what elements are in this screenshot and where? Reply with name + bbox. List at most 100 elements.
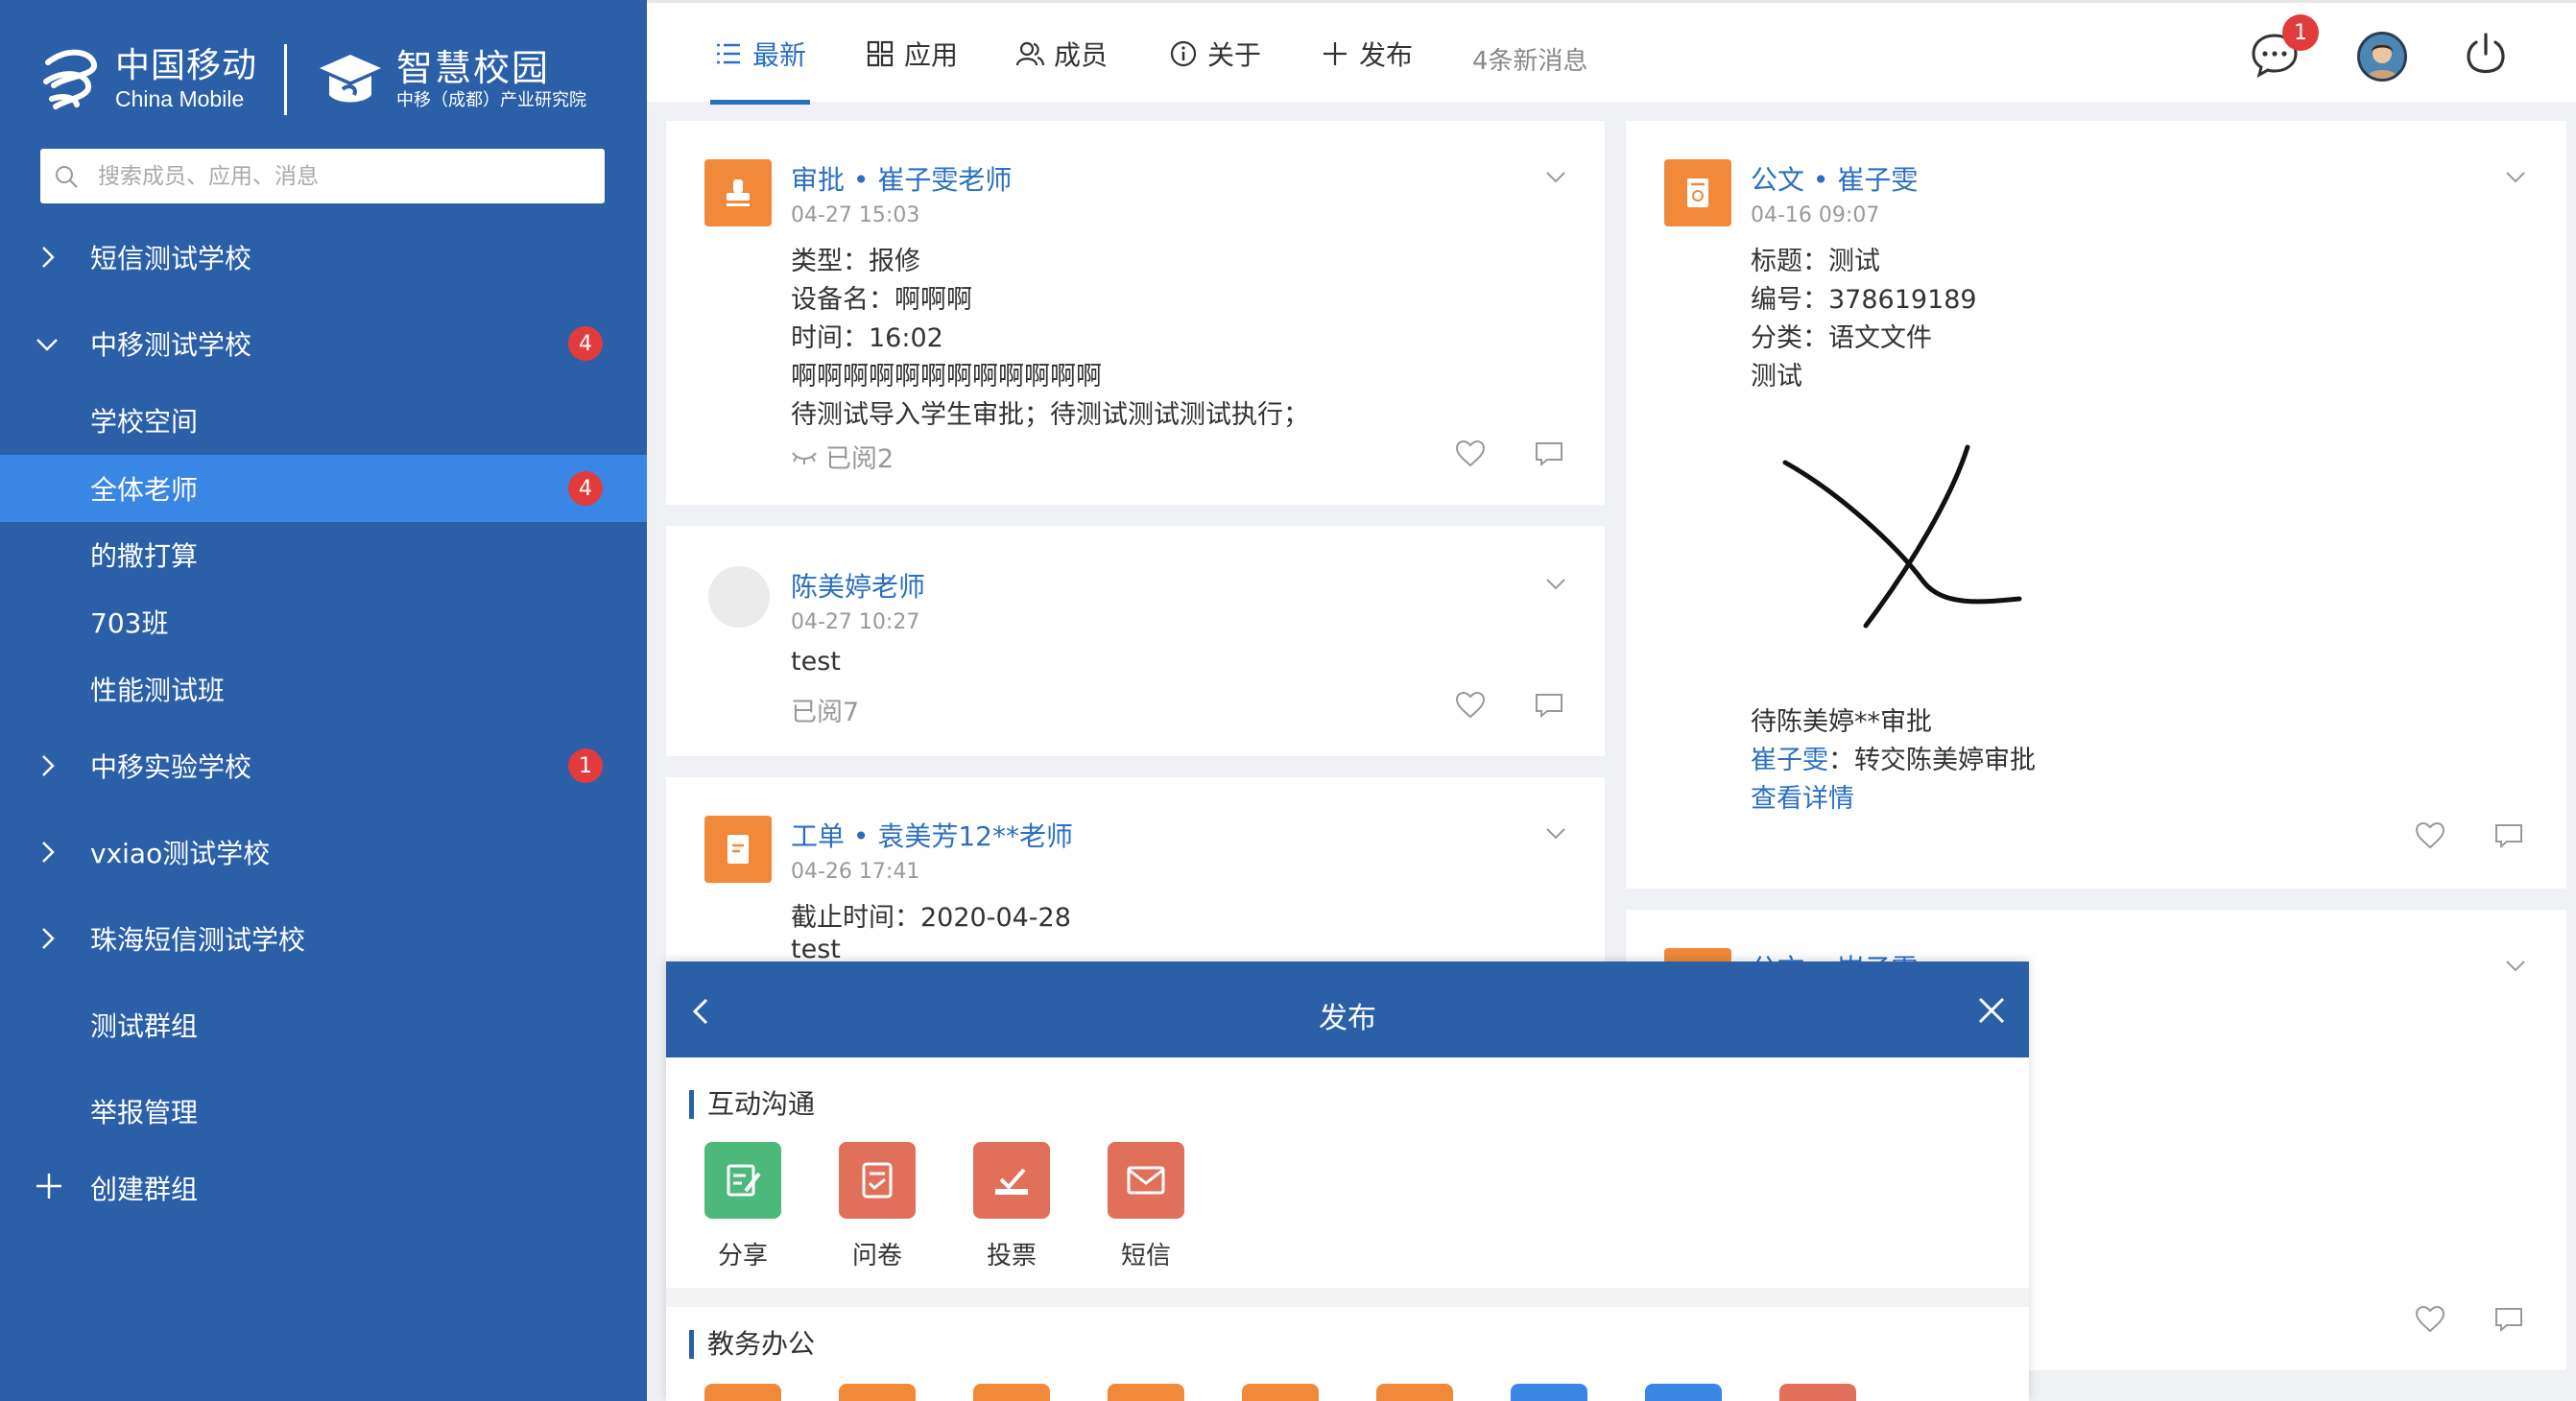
- chevron-down-icon[interactable]: [1545, 171, 1566, 184]
- like-icon[interactable]: [2415, 821, 2445, 850]
- chevron-down-icon[interactable]: [1545, 578, 1566, 591]
- publish-section-office: 教务办公: [666, 1307, 2029, 1401]
- office-app-icon[interactable]: [1779, 1384, 1856, 1401]
- sidebar-item-sms-test-school[interactable]: 短信测试学校: [0, 224, 647, 291]
- approval-icon: [704, 159, 772, 226]
- chevron-down-icon[interactable]: [2505, 960, 2526, 973]
- feed-card-document[interactable]: 公文 • 崔子雯 04-16 09:07 标题：测试 编号：378619189 …: [1626, 121, 2566, 889]
- office-app-icon[interactable]: [973, 1384, 1050, 1401]
- comment-icon[interactable]: [2493, 1305, 2524, 1334]
- transfer-note: 崔子雯：转交陈美婷审批: [1751, 739, 2036, 776]
- like-icon[interactable]: [1455, 439, 1486, 468]
- plus-icon: [1324, 42, 1347, 65]
- card-line: 设备名：啊啊啊: [791, 285, 972, 315]
- publish-item-label: 分享: [717, 1242, 768, 1270]
- eye-closed-icon: [792, 451, 817, 464]
- comment-icon[interactable]: [1534, 439, 1564, 468]
- work-order-icon: [704, 816, 772, 883]
- tab-members[interactable]: 成员: [1015, 3, 1108, 105]
- sidebar-item-report-management[interactable]: 举报管理: [0, 1078, 647, 1145]
- card-line: 分类：语文文件: [1751, 323, 1932, 353]
- tab-publish[interactable]: 发布: [1321, 3, 1413, 105]
- office-app-icon[interactable]: [1645, 1384, 1722, 1401]
- publish-item-label: 投票: [986, 1242, 1037, 1270]
- office-app-icon[interactable]: [704, 1384, 781, 1401]
- card-title[interactable]: 公文 • 崔子雯: [1751, 159, 1918, 198]
- section-title: 互动沟通: [689, 1090, 815, 1119]
- transfer-text: ：转交陈美婷审批: [1828, 746, 2036, 775]
- like-icon[interactable]: [1455, 691, 1486, 720]
- vote-icon: [973, 1142, 1050, 1219]
- publish-title: 发布: [1319, 1002, 1376, 1035]
- sidebar-item-dsdasuan[interactable]: 的撒打算: [0, 521, 647, 588]
- view-detail-link[interactable]: 查看详情: [1751, 777, 1854, 815]
- sidebar-item-school-space[interactable]: 学校空间: [0, 387, 647, 454]
- comment-icon[interactable]: [1534, 691, 1564, 720]
- tab-about[interactable]: 关于: [1169, 3, 1261, 105]
- sidebar-item-zhuhai-sms-school[interactable]: 珠海短信测试学校: [0, 905, 647, 972]
- chevron-right-icon: [42, 247, 55, 268]
- create-group-button[interactable]: 创建群组: [0, 1154, 647, 1222]
- card-title[interactable]: 工单 • 袁美芳12**老师: [791, 816, 1073, 854]
- publish-panel: 发布 互动沟通 分享 问卷 投票 短信 教务办公: [666, 962, 2029, 1401]
- sidebar-item-label: vxiao测试学校: [90, 838, 271, 869]
- office-app-icon[interactable]: [839, 1384, 916, 1401]
- graduation-cap-logo-icon: [320, 55, 382, 103]
- sidebar-item-all-teachers[interactable]: 全体老师 4: [0, 455, 647, 522]
- signature-image: [1782, 444, 2022, 629]
- feed-card-post[interactable]: 陈美婷老师 04-27 10:27 test 已阅7: [666, 526, 1605, 756]
- card-line: test: [791, 647, 841, 677]
- card-title[interactable]: 审批 • 崔子雯老师: [791, 159, 1012, 198]
- brand-cm-en: China Mobile: [115, 86, 245, 111]
- chevron-down-icon[interactable]: [2505, 171, 2526, 184]
- sidebar: 中国移动 China Mobile 智慧校园 中移（成都）产业研究院 短信测试学…: [0, 0, 647, 1401]
- transfer-user-link[interactable]: 崔子雯: [1751, 746, 1828, 775]
- section-title: 教务办公: [689, 1330, 815, 1359]
- feed-card-approval[interactable]: 审批 • 崔子雯老师 04-27 15:03 类型：报修 设备名：啊啊啊 时间：…: [666, 121, 1605, 505]
- publish-share-button[interactable]: 分享: [704, 1142, 781, 1271]
- envelope-icon: [1108, 1142, 1184, 1219]
- user-avatar[interactable]: [2357, 32, 2407, 82]
- sidebar-item-label: 珠海短信测试学校: [90, 924, 306, 956]
- sidebar-item-label: 的撒打算: [90, 540, 199, 572]
- card-line: test: [791, 935, 841, 964]
- sidebar-item-cm-test-school[interactable]: 中移测试学校 4: [0, 310, 647, 377]
- publish-sms-button[interactable]: 短信: [1108, 1142, 1184, 1271]
- sidebar-item-vxiao-test-school[interactable]: vxiao测试学校: [0, 819, 647, 886]
- comment-icon[interactable]: [2493, 821, 2524, 850]
- card-time: 04-16 09:07: [1751, 203, 1880, 227]
- office-app-icon[interactable]: [1242, 1384, 1319, 1401]
- share-icon: [704, 1142, 781, 1219]
- sidebar-item-label: 短信测试学校: [90, 243, 252, 274]
- sidebar-item-perf-test-class[interactable]: 性能测试班: [0, 655, 647, 723]
- unread-badge: 4: [568, 326, 603, 361]
- read-count[interactable]: 已阅7: [791, 691, 859, 728]
- office-app-icon[interactable]: [1376, 1384, 1453, 1401]
- card-title[interactable]: 陈美婷老师: [791, 566, 925, 605]
- feed-card-work-order[interactable]: 工单 • 袁美芳12**老师 04-26 17:41 截止时间：2020-04-…: [666, 777, 1605, 969]
- like-icon[interactable]: [2415, 1305, 2445, 1334]
- chevron-down-icon[interactable]: [1545, 827, 1566, 841]
- tab-apps[interactable]: 应用: [866, 3, 958, 105]
- search-box[interactable]: [40, 149, 605, 203]
- tab-label: 最新: [752, 39, 807, 71]
- sidebar-item-test-group[interactable]: 测试群组: [0, 991, 647, 1058]
- power-icon[interactable]: [2461, 30, 2511, 80]
- publish-vote-button[interactable]: 投票: [973, 1142, 1050, 1271]
- read-count[interactable]: 已阅2: [791, 438, 894, 475]
- sidebar-item-class-703[interactable]: 703班: [0, 588, 647, 655]
- new-messages-link[interactable]: 4条新消息: [1472, 41, 1588, 77]
- sidebar-item-label: 创建群组: [90, 1174, 199, 1205]
- close-icon[interactable]: [1977, 996, 2006, 1025]
- card-time: 04-27 15:03: [791, 203, 920, 227]
- publish-survey-button[interactable]: 问卷: [839, 1142, 916, 1271]
- sidebar-item-cm-lab-school[interactable]: 中移实验学校 1: [0, 732, 647, 799]
- sidebar-item-label: 测试群组: [90, 1010, 199, 1042]
- card-time: 04-27 10:27: [791, 610, 920, 634]
- search-input[interactable]: [98, 163, 578, 189]
- top-bar: 最新 应用 成员 关于 发布 4条新消息 1: [647, 0, 2576, 105]
- tab-latest[interactable]: 最新: [709, 3, 811, 105]
- brand-campus-sub: 中移（成都）产业研究院: [396, 90, 587, 110]
- office-app-icon[interactable]: [1511, 1384, 1587, 1401]
- office-app-icon[interactable]: [1108, 1384, 1184, 1401]
